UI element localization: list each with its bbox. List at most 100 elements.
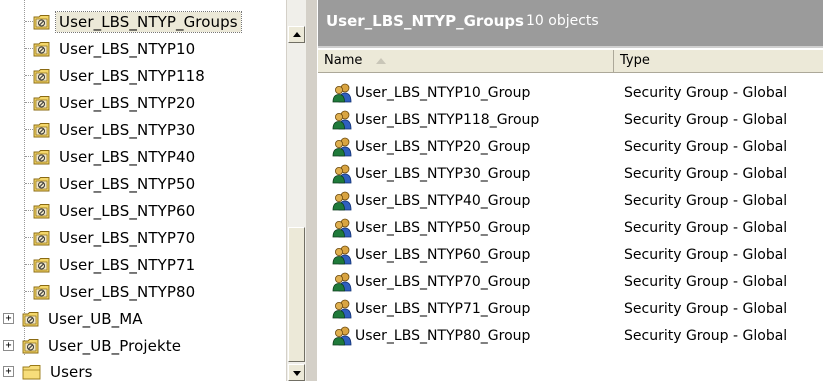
tree-connector-line xyxy=(25,210,33,211)
object-count: 10 objects xyxy=(526,13,599,29)
organizational-unit-icon xyxy=(22,311,40,327)
tree-item-user-lbs-ntyp60[interactable]: User_LBS_NTYP60 xyxy=(33,197,198,224)
object-type: Security Group - Global xyxy=(624,273,788,290)
organizational-unit-icon xyxy=(33,203,51,219)
object-name: User_LBS_NTYP20_Group xyxy=(355,138,531,155)
expand-toggle-icon[interactable]: + xyxy=(3,366,14,377)
object-name: User_LBS_NTYP70_Group xyxy=(355,273,531,290)
tree-item-user-ub-ma[interactable]: User_UB_MA xyxy=(22,305,146,332)
tree-connector-line xyxy=(25,183,33,184)
cell-name: User_LBS_NTYP70_Group xyxy=(332,272,530,292)
column-header-name[interactable]: Name xyxy=(318,50,614,72)
table-row[interactable]: User_LBS_NTYP70_Group Security Group - Gl… xyxy=(318,268,823,295)
table-row[interactable]: User_LBS_NTYP60_Group Security Group - Gl… xyxy=(318,241,823,268)
security-group-icon xyxy=(332,245,354,265)
tree-connector-line xyxy=(25,21,33,22)
tree-item-user-lbs-ntyp80[interactable]: User_LBS_NTYP80 xyxy=(33,278,198,305)
tree-item-user-lbs-ntyp20[interactable]: User_LBS_NTYP20 xyxy=(33,89,198,116)
details-banner: User_LBS_NTYP_Groups 10 objects xyxy=(318,0,823,48)
object-type: Security Group - Global xyxy=(624,138,788,155)
table-row[interactable]: User_LBS_NTYP40_Group Security Group - Gl… xyxy=(318,187,823,214)
tree-item-label: User_LBS_NTYP30 xyxy=(59,120,196,139)
tree-item-label: User_LBS_NTYP70 xyxy=(59,228,196,247)
tree-item-label: User_LBS_NTYP118 xyxy=(59,66,205,85)
security-group-icon xyxy=(332,218,354,238)
object-type: Security Group - Global xyxy=(624,246,788,263)
scroll-thumb[interactable] xyxy=(288,227,305,362)
cell-name: User_LBS_NTYP50_Group xyxy=(332,218,530,238)
table-row[interactable]: User_LBS_NTYP50_Group Security Group - Gl… xyxy=(318,214,823,241)
cell-name: User_LBS_NTYP30_Group xyxy=(332,164,530,184)
tree-connector-line xyxy=(24,0,25,355)
table-row[interactable]: User_LBS_NTYP80_Group Security Group - Gl… xyxy=(318,322,823,349)
object-name: User_LBS_NTYP30_Group xyxy=(355,165,531,182)
table-row[interactable]: User_LBS_NTYP30_Group Security Group - Gl… xyxy=(318,160,823,187)
cell-name: User_LBS_NTYP118_Group xyxy=(332,110,539,130)
details-pane: User_LBS_NTYP_Groups 10 objects Name Typ… xyxy=(318,0,823,381)
tree-item-user-lbs-ntyp-groups[interactable]: User_LBS_NTYP_Groups xyxy=(33,8,242,35)
container-title: User_LBS_NTYP_Groups xyxy=(326,12,524,30)
tree-item-user-ub-projekte[interactable]: User_UB_Projekte xyxy=(22,332,184,359)
security-group-icon xyxy=(332,191,354,211)
cell-name: User_LBS_NTYP60_Group xyxy=(332,245,530,265)
table-row[interactable]: User_LBS_NTYP118_Group Security Group - G… xyxy=(318,106,823,133)
organizational-unit-icon xyxy=(33,41,51,57)
list-header: Name Type xyxy=(318,50,823,73)
tree-item-user-lbs-ntyp118[interactable]: User_LBS_NTYP118 xyxy=(33,62,208,89)
tree-vertical-scrollbar[interactable] xyxy=(286,0,306,381)
cell-name: User_LBS_NTYP40_Group xyxy=(332,191,530,211)
organizational-unit-icon xyxy=(33,176,51,192)
tree-item-user-lbs-ntyp71[interactable]: User_LBS_NTYP71 xyxy=(33,251,198,278)
expand-toggle-icon[interactable]: + xyxy=(3,340,14,351)
tree-item-label: User_LBS_NTYP10 xyxy=(59,39,196,58)
pane-splitter[interactable] xyxy=(306,0,318,381)
table-row[interactable]: User_LBS_NTYP10_Group Security Group - Gl… xyxy=(318,79,823,106)
tree-item-user-lbs-ntyp10[interactable]: User_LBS_NTYP10 xyxy=(33,35,198,62)
tree-item-users[interactable]: Users xyxy=(22,358,96,381)
tree-item-label: User_LBS_NTYP40 xyxy=(59,147,196,166)
tree-item-user-lbs-ntyp50[interactable]: User_LBS_NTYP50 xyxy=(33,170,198,197)
tree-item-label: User_UB_Projekte xyxy=(48,336,182,355)
tree-connector-line xyxy=(25,264,33,265)
security-group-icon xyxy=(332,137,354,157)
tree-item-user-lbs-ntyp30[interactable]: User_LBS_NTYP30 xyxy=(33,116,198,143)
organizational-unit-icon xyxy=(33,284,51,300)
object-name: User_LBS_NTYP50_Group xyxy=(355,219,531,236)
tree-item-label: User_LBS_NTYP60 xyxy=(59,201,196,220)
security-group-icon xyxy=(332,272,354,292)
column-header-type-label: Type xyxy=(620,53,650,68)
security-group-icon xyxy=(332,110,354,130)
sort-ascending-icon xyxy=(376,57,387,64)
security-group-icon xyxy=(332,164,354,184)
object-name: User_LBS_NTYP118_Group xyxy=(355,111,540,128)
table-row[interactable]: User_LBS_NTYP20_Group Security Group - Gl… xyxy=(318,133,823,160)
security-group-icon xyxy=(332,326,354,346)
tree-item-label: User_UB_MA xyxy=(48,309,143,328)
tree-connector-line xyxy=(25,129,33,130)
tree-item-label: User_LBS_NTYP50 xyxy=(59,174,196,193)
tree-item-user-lbs-ntyp70[interactable]: User_LBS_NTYP70 xyxy=(33,224,198,251)
scroll-down-arrow-icon xyxy=(293,371,301,376)
tree-connector-line xyxy=(25,102,33,103)
tree-item-user-lbs-ntyp40[interactable]: User_LBS_NTYP40 xyxy=(33,143,198,170)
cell-name: User_LBS_NTYP80_Group xyxy=(332,326,530,346)
tree-item-label: User_LBS_NTYP71 xyxy=(59,255,196,274)
organizational-unit-icon xyxy=(33,14,51,30)
scroll-down-button[interactable] xyxy=(288,364,305,381)
tree-connector-line xyxy=(25,156,33,157)
table-row[interactable]: User_LBS_NTYP71_Group Security Group - Gl… xyxy=(318,295,823,322)
scroll-up-button[interactable] xyxy=(288,26,305,43)
tree-item-label: Users xyxy=(50,362,93,381)
object-type: Security Group - Global xyxy=(624,165,788,182)
tree-item-label: User_LBS_NTYP_Groups xyxy=(55,10,242,33)
object-type: Security Group - Global xyxy=(624,111,788,128)
object-name: User_LBS_NTYP80_Group xyxy=(355,327,531,344)
column-header-type[interactable]: Type xyxy=(614,50,823,72)
tree-connector-line xyxy=(25,48,33,49)
expand-toggle-icon[interactable]: + xyxy=(3,313,14,324)
organizational-unit-icon xyxy=(33,122,51,138)
tree-connector-line xyxy=(25,75,33,76)
object-name: User_LBS_NTYP10_Group xyxy=(355,84,531,101)
object-name: User_LBS_NTYP71_Group xyxy=(355,300,531,317)
object-type: Security Group - Global xyxy=(624,219,788,236)
